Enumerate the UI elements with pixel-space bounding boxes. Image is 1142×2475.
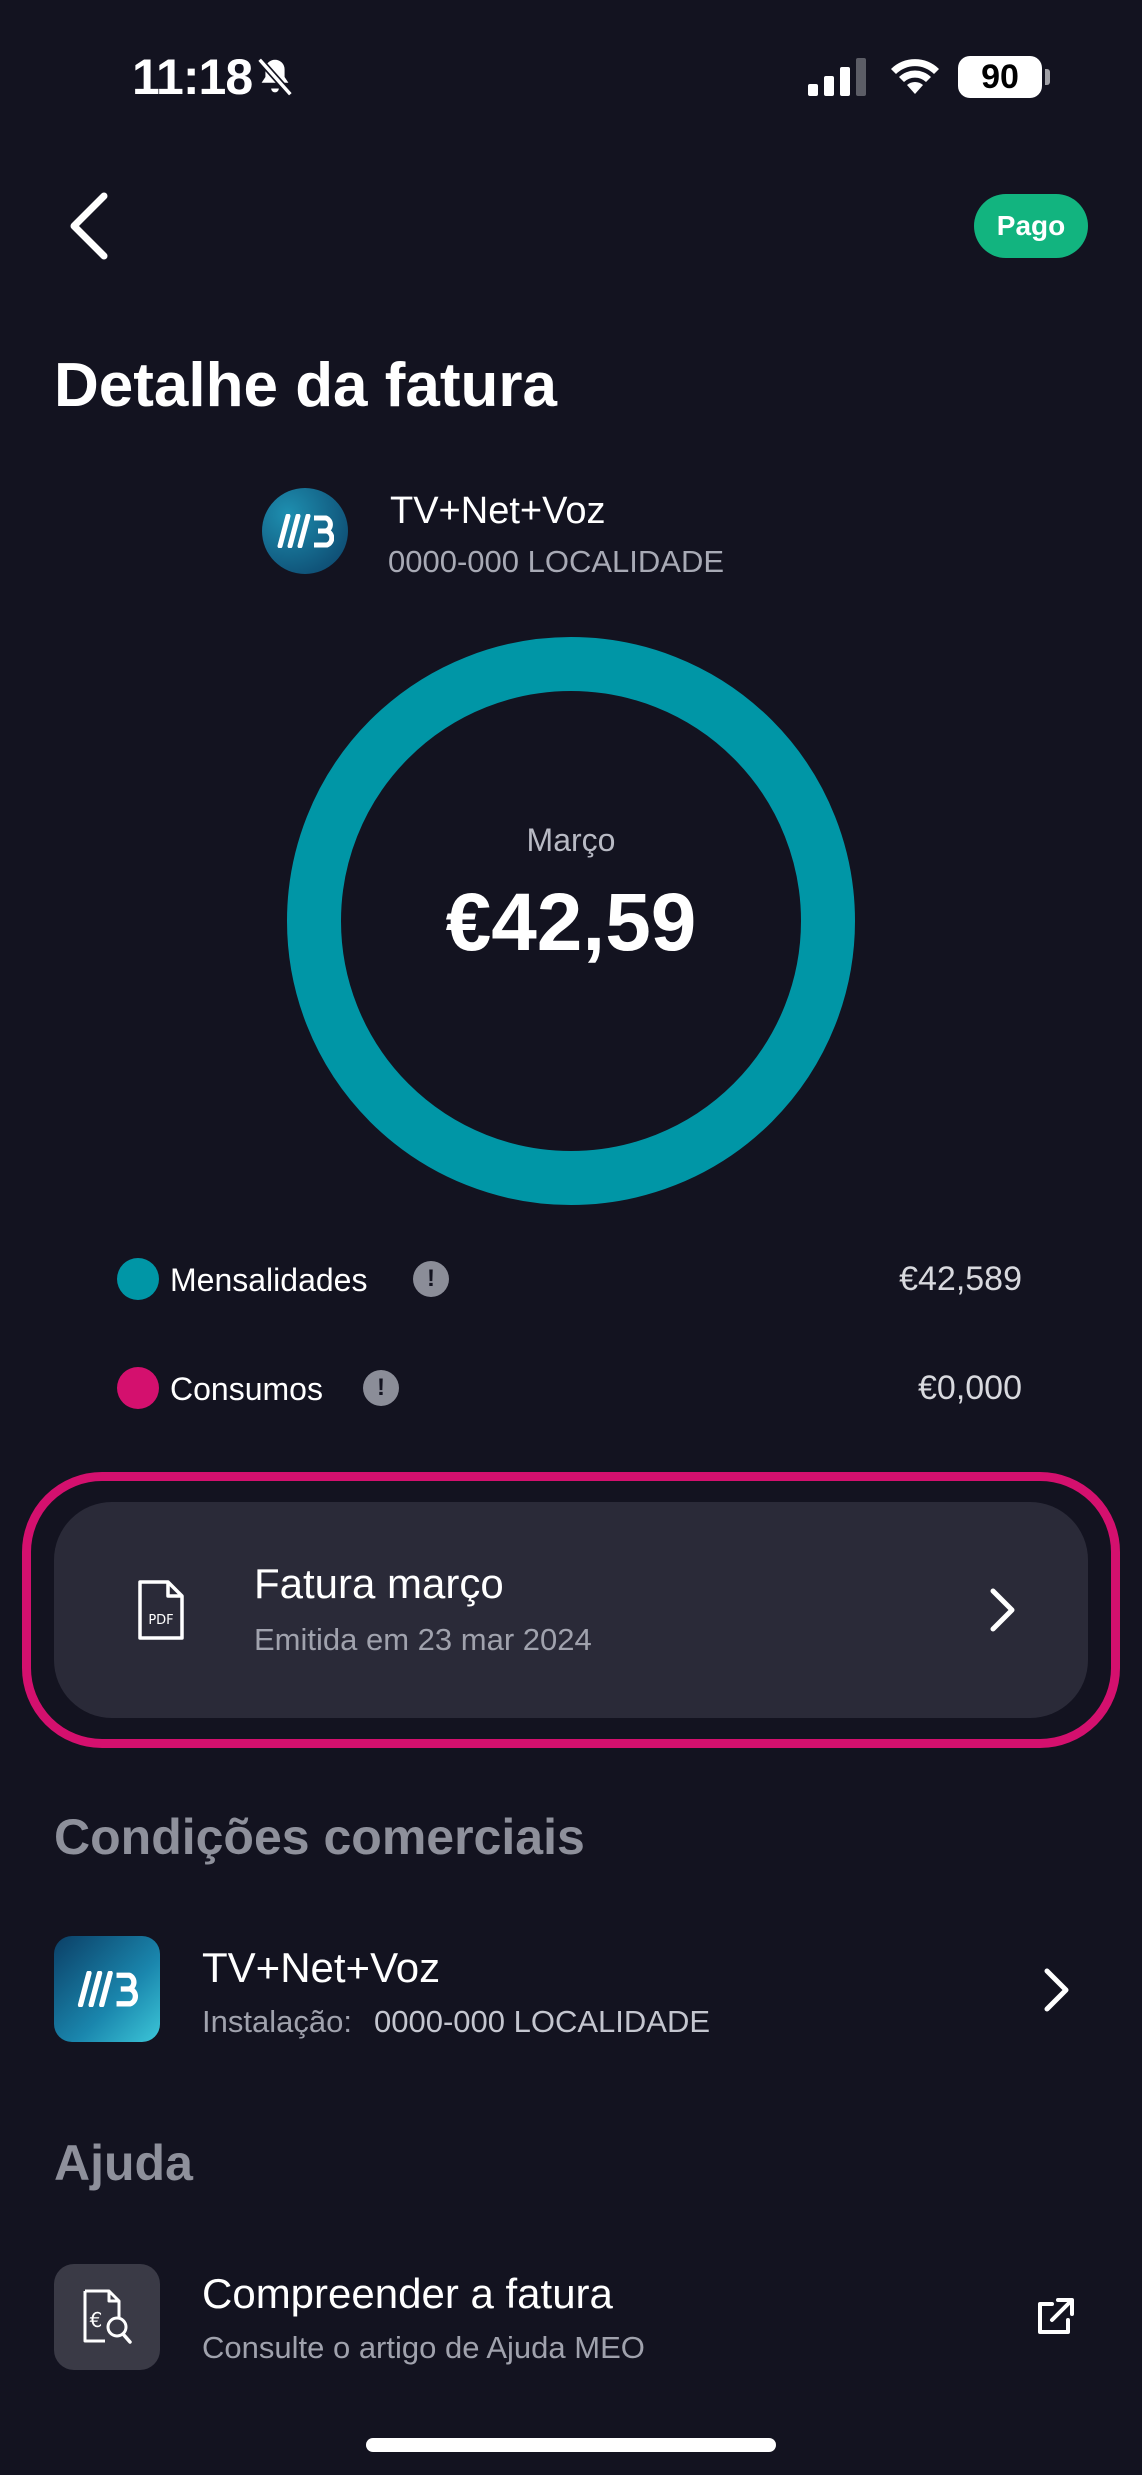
signal-icon <box>808 58 866 96</box>
installation-label: Instalação: <box>202 2004 352 2039</box>
legend-value-consumos: €0,000 <box>918 1369 1022 1407</box>
bell-slash-icon <box>257 57 293 97</box>
wifi-icon <box>891 59 939 94</box>
battery-icon: 90 <box>958 56 1050 98</box>
donut-total-amount: €42,59 <box>445 877 697 968</box>
meo-logo-icon <box>54 1936 160 2042</box>
invoice-card[interactable] <box>54 1502 1088 1718</box>
invoice-title: Fatura março <box>254 1560 504 1607</box>
commercial-service-name[interactable]: TV+Net+Voz <box>202 1944 440 1992</box>
help-article-subtitle: Consulte o artigo de Ajuda MEO <box>202 2330 645 2365</box>
info-icon[interactable]: ! <box>363 1370 399 1406</box>
info-icon[interactable]: ! <box>413 1261 449 1297</box>
page-title: Detalhe da fatura <box>54 351 558 420</box>
help-article-title[interactable]: Compreender a fatura <box>202 2270 613 2318</box>
legend-label-mensalidades: Mensalidades <box>170 1262 368 1298</box>
legend-dot-consumos <box>117 1367 159 1409</box>
service-address: 0000-000 LOCALIDADE <box>388 544 725 579</box>
installation-address: 0000-000 LOCALIDADE <box>374 2004 711 2039</box>
donut-month-label: Março <box>526 822 616 858</box>
back-button[interactable] <box>60 190 116 262</box>
legend-value-mensalidades: €42,589 <box>899 1260 1022 1298</box>
legend-dot-mensalidades <box>117 1258 159 1300</box>
euro-search-icon: € <box>54 2264 160 2370</box>
section-title-help: Ajuda <box>54 2135 193 2191</box>
svg-text:PDF: PDF <box>148 1613 173 1628</box>
home-indicator[interactable] <box>366 2438 776 2452</box>
status-time: 11:18 <box>132 49 253 105</box>
legend-label-consumos: Consumos <box>170 1371 323 1407</box>
pdf-file-icon: PDF <box>138 1580 184 1640</box>
svg-text:€: € <box>90 2308 103 2332</box>
section-title-commercial: Condições comerciais <box>54 1809 585 1865</box>
external-link-icon[interactable] <box>1034 2296 1076 2338</box>
service-name: TV+Net+Voz <box>390 490 606 532</box>
invoice-issued-date: Emitida em 23 mar 2024 <box>254 1622 592 1657</box>
meo-logo-icon <box>262 488 348 574</box>
status-badge: Pago <box>974 194 1088 258</box>
chevron-right-icon <box>990 1588 1015 1632</box>
chevron-right-icon[interactable] <box>1042 1966 1072 2014</box>
